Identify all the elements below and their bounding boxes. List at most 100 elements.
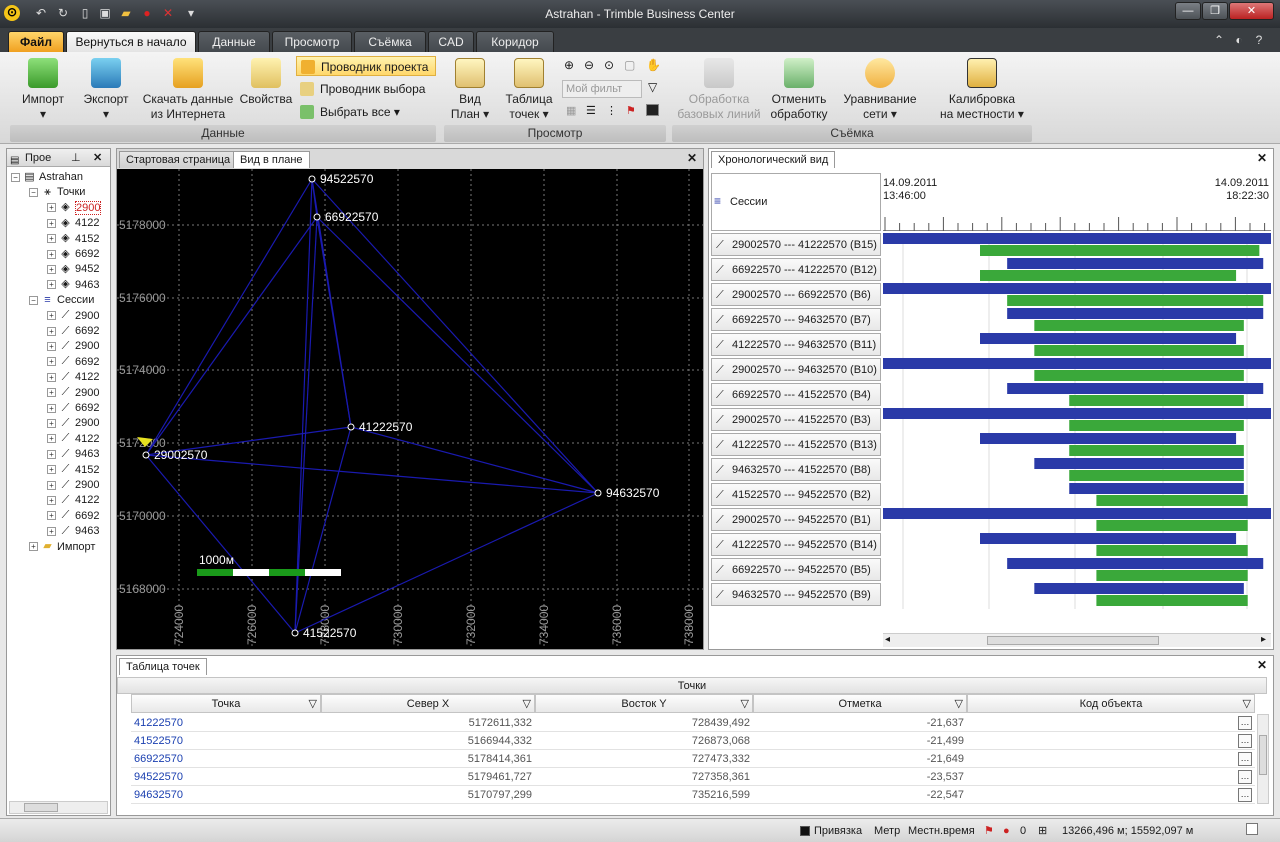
session-bar-green[interactable] bbox=[1096, 520, 1248, 531]
project-explorer-button[interactable]: Проводник проекта bbox=[296, 56, 436, 76]
session-row-label[interactable]: ⟋ 66922570 --- 41522570 (B4) bbox=[711, 383, 881, 406]
tree-session[interactable]: + ⟋ 2900 bbox=[47, 309, 99, 324]
session-row-label[interactable]: ⟋ 66922570 --- 94632570 (B7) bbox=[711, 308, 881, 331]
tab-corridor[interactable]: Коридор bbox=[476, 31, 554, 52]
download-internet-button[interactable]: Скачать данные из Интернета bbox=[142, 58, 234, 122]
tab-plan-view[interactable]: Вид в плане bbox=[233, 151, 310, 168]
session-row-label[interactable]: ⟋ 29002570 --- 94522570 (B1) bbox=[711, 508, 881, 531]
session-row-label[interactable]: ⟋ 41522570 --- 94522570 (B2) bbox=[711, 483, 881, 506]
expand-toggle-icon[interactable]: + bbox=[47, 357, 56, 367]
tab-start-page[interactable]: Стартовая страница bbox=[119, 151, 238, 168]
expand-toggle-icon[interactable]: + bbox=[47, 403, 56, 413]
session-row-label[interactable]: ⟋ 41222570 --- 94632570 (B11) bbox=[711, 333, 881, 356]
background-icon[interactable] bbox=[646, 104, 659, 116]
expand-toggle-icon[interactable]: + bbox=[47, 218, 56, 228]
table-cell[interactable]: 5166944,332 bbox=[321, 732, 535, 750]
session-bar-blue[interactable] bbox=[1069, 483, 1244, 494]
session-bar-green[interactable] bbox=[1096, 545, 1248, 556]
table-cell[interactable]: 5170797,299 bbox=[321, 786, 535, 804]
zoom-window-icon[interactable]: ▢ bbox=[624, 58, 635, 72]
tree-point[interactable]: + ◈ 2900 bbox=[47, 200, 102, 216]
column-header[interactable]: Восток Y ▽ bbox=[535, 694, 753, 713]
session-bar-blue[interactable] bbox=[883, 358, 1271, 369]
import-button[interactable]: Импорт ▾ bbox=[16, 58, 70, 122]
table-scroll-thumb[interactable] bbox=[1259, 735, 1267, 775]
session-bar-green[interactable] bbox=[1069, 420, 1244, 431]
collapse-ribbon-icon[interactable]: ⌃ bbox=[1212, 33, 1226, 47]
expand-toggle-icon[interactable]: + bbox=[47, 326, 56, 336]
table-cell[interactable]: 735216,599 bbox=[535, 786, 753, 804]
point-name-cell[interactable]: 94522570 bbox=[131, 768, 321, 786]
session-bar-green[interactable] bbox=[1034, 345, 1244, 356]
column-filter-icon[interactable]: ▽ bbox=[955, 695, 963, 714]
plan-view-button[interactable]: Вид План ▾ bbox=[446, 58, 494, 122]
point-name-cell[interactable]: 66922570 bbox=[131, 750, 321, 768]
tab-file[interactable]: Файл bbox=[8, 31, 64, 52]
session-bar-blue[interactable] bbox=[1034, 458, 1244, 469]
pin-icon[interactable]: ⊥ bbox=[71, 149, 81, 167]
site-calibration-button[interactable]: Калибровка на местности ▾ bbox=[938, 58, 1026, 122]
expand-toggle-icon[interactable]: + bbox=[47, 203, 56, 213]
session-bar-blue[interactable] bbox=[883, 408, 1271, 419]
feature-code-ellipsis-button[interactable]: … bbox=[1238, 770, 1252, 784]
table-cell[interactable] bbox=[967, 714, 1255, 732]
expand-toggle-icon[interactable]: + bbox=[29, 542, 38, 552]
chrono-hscrollbar[interactable]: ◂ ▸ bbox=[883, 633, 1271, 647]
column-filter-icon[interactable]: ▽ bbox=[523, 695, 531, 714]
chrono-scroll-left-icon[interactable]: ◂ bbox=[885, 634, 890, 645]
selection-explorer-button[interactable]: Проводник выбора bbox=[296, 79, 436, 99]
units-status[interactable]: Метр bbox=[874, 824, 900, 839]
scroll-thumb[interactable] bbox=[24, 803, 58, 812]
tree-session[interactable]: + ⟋ 6692 bbox=[47, 401, 99, 416]
tree-point[interactable]: + ◈ 6692 bbox=[47, 247, 99, 262]
time-status[interactable]: Местн.время bbox=[908, 824, 975, 839]
expand-toggle-icon[interactable]: + bbox=[47, 511, 56, 521]
session-row-label[interactable]: ⟋ 94632570 --- 41522570 (B8) bbox=[711, 458, 881, 481]
expand-toggle-icon[interactable]: + bbox=[47, 449, 56, 459]
flag-icon[interactable]: ⚑ bbox=[626, 104, 636, 117]
expand-toggle-icon[interactable]: + bbox=[47, 495, 56, 505]
session-row-label[interactable]: ⟋ 29002570 --- 94632570 (B10) bbox=[711, 358, 881, 381]
session-bar-green[interactable] bbox=[1069, 470, 1244, 481]
session-bar-green[interactable] bbox=[1034, 320, 1244, 331]
session-bar-green[interactable] bbox=[1096, 495, 1248, 506]
layers-icon[interactable]: ☰ bbox=[586, 104, 596, 117]
tree-session[interactable]: + ⟋ 4122 bbox=[47, 370, 99, 385]
chrono-scroll-right-icon[interactable]: ▸ bbox=[1261, 634, 1266, 645]
tree-session[interactable]: + ⟋ 9463 bbox=[47, 447, 99, 462]
table-cell[interactable]: -21,499 bbox=[753, 732, 967, 750]
session-bar-green[interactable] bbox=[980, 270, 1237, 281]
feature-code-ellipsis-button[interactable]: … bbox=[1238, 716, 1252, 730]
session-bar-green[interactable] bbox=[1069, 445, 1244, 456]
tree-session[interactable]: + ⟋ 2900 bbox=[47, 416, 99, 431]
close-panel-icon[interactable]: ✕ bbox=[93, 149, 102, 167]
tab-points-table[interactable]: Таблица точек bbox=[119, 658, 207, 675]
filter-icon[interactable]: ▽ bbox=[648, 80, 657, 94]
expand-toggle-icon[interactable]: + bbox=[47, 465, 56, 475]
resize-grip-icon[interactable] bbox=[1246, 823, 1258, 835]
properties-button[interactable]: Свойства bbox=[238, 58, 294, 107]
table-cell[interactable]: 5172611,332 bbox=[321, 714, 535, 732]
session-row-label[interactable]: ⟋ 29002570 --- 66922570 (B6) bbox=[711, 283, 881, 306]
tab-data[interactable]: Данные bbox=[198, 31, 270, 52]
close-table-icon[interactable]: ✕ bbox=[1257, 658, 1267, 672]
expand-toggle-icon[interactable]: + bbox=[47, 249, 56, 259]
tree-session[interactable]: + ⟋ 4122 bbox=[47, 493, 99, 508]
session-bar-blue[interactable] bbox=[1007, 383, 1264, 394]
table-cell[interactable]: 728439,492 bbox=[535, 714, 753, 732]
close-chrono-icon[interactable]: ✕ bbox=[1257, 151, 1267, 165]
feature-code-ellipsis-button[interactable]: … bbox=[1238, 752, 1252, 766]
expand-toggle-icon[interactable]: − bbox=[11, 172, 20, 182]
tree-session[interactable]: + ⟋ 2900 bbox=[47, 478, 99, 493]
point-name-cell[interactable]: 94632570 bbox=[131, 786, 321, 804]
table-cell[interactable] bbox=[967, 732, 1255, 750]
tree-points-folder[interactable]: − ⚹ Точки bbox=[29, 185, 85, 200]
tab-view[interactable]: Просмотр bbox=[272, 31, 352, 52]
flag-status-icon[interactable]: ⚑ bbox=[984, 824, 994, 839]
session-bar-blue[interactable] bbox=[883, 283, 1271, 294]
table-cell[interactable]: -23,537 bbox=[753, 768, 967, 786]
tree-session[interactable]: + ⟋ 6692 bbox=[47, 509, 99, 524]
session-bar-blue[interactable] bbox=[883, 508, 1271, 519]
undo-processing-button[interactable]: Отменить обработку bbox=[766, 58, 832, 122]
point-name-cell[interactable]: 41522570 bbox=[131, 732, 321, 750]
